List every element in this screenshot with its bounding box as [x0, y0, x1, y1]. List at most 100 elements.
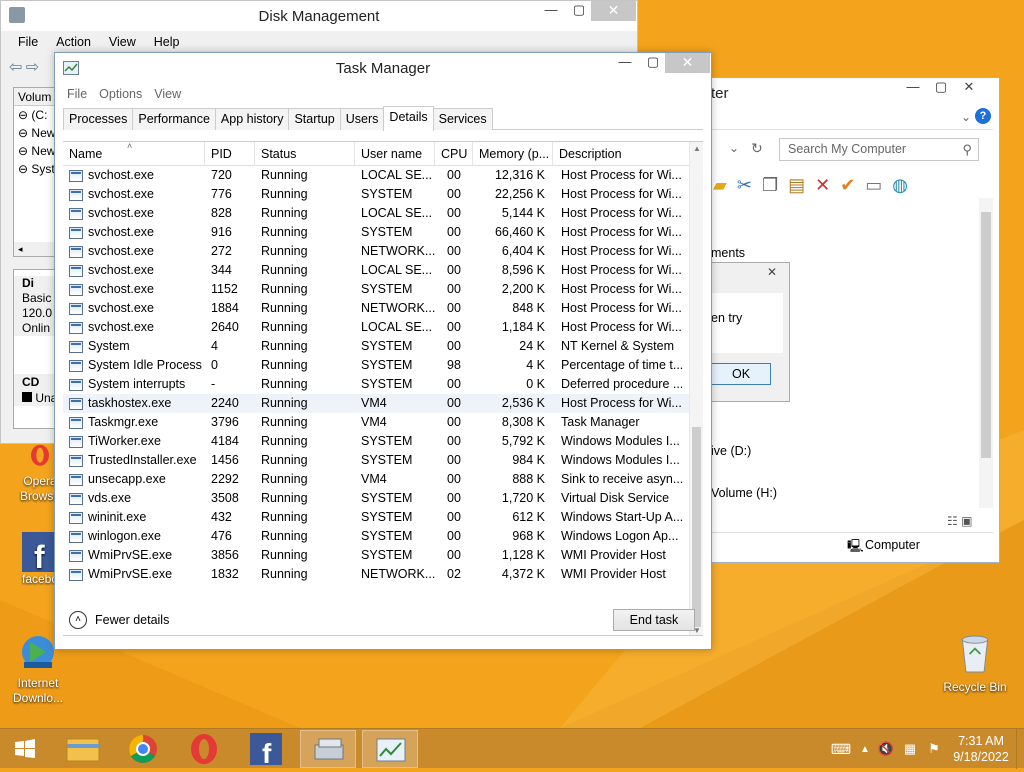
- history-dropdown[interactable]: ⌄ ↻: [711, 138, 771, 161]
- menu-file[interactable]: File: [9, 33, 47, 53]
- column-header-user[interactable]: User name: [355, 142, 435, 166]
- clock[interactable]: 7:31 AM 9/18/2022: [946, 733, 1016, 765]
- table-row[interactable]: WmiPrvSE.exe 3856 Running SYSTEM 00 1,128 K WM…: [63, 546, 689, 565]
- refresh-icon[interactable]: ↻: [751, 140, 763, 157]
- scroll-up-icon[interactable]: ▲: [690, 144, 703, 153]
- speaker-muted-icon[interactable]: 🔇: [874, 741, 898, 757]
- start-button[interactable]: [2, 730, 48, 768]
- menu-help[interactable]: Help: [145, 33, 189, 53]
- table-row[interactable]: taskhostex.exe 2240 Running VM4 00 2,536 K Hos…: [63, 394, 689, 413]
- taskbar-facebook[interactable]: f: [238, 730, 294, 769]
- taskbar-disk-management[interactable]: [300, 730, 356, 768]
- taskbar-task-manager[interactable]: [362, 730, 418, 768]
- view-toggle-icon[interactable]: ☷ ▣: [947, 514, 972, 528]
- volume-h-label[interactable]: Volume (H:): [711, 486, 777, 500]
- scissors-icon[interactable]: ✂: [737, 175, 752, 196]
- close-button[interactable]: ✕: [591, 1, 636, 21]
- table-row[interactable]: svchost.exe 2640 Running LOCAL SE... 00 1,184…: [63, 318, 689, 337]
- task-manager-titlebar[interactable]: Task Manager — ▢ ✕: [55, 53, 711, 83]
- table-row[interactable]: Taskmgr.exe 3796 Running VM4 00 8,308 K Task M…: [63, 413, 689, 432]
- column-header-cpu[interactable]: CPU: [435, 142, 473, 166]
- table-row[interactable]: svchost.exe 1152 Running SYSTEM 00 2,200 K Hos…: [63, 280, 689, 299]
- help-icon[interactable]: ?: [975, 108, 991, 124]
- close-button[interactable]: ✕: [955, 78, 983, 98]
- keyboard-icon[interactable]: ⌨: [826, 741, 856, 758]
- tab-performance[interactable]: Performance: [132, 108, 216, 130]
- tab-users[interactable]: Users: [339, 108, 385, 130]
- menu-view[interactable]: View: [148, 85, 187, 103]
- vertical-scrollbar[interactable]: ▲ ▼: [689, 142, 703, 635]
- menu-options[interactable]: Options: [93, 85, 148, 103]
- copy-icon[interactable]: ❐: [762, 175, 778, 196]
- taskbar-file-explorer[interactable]: [55, 730, 111, 768]
- table-row[interactable]: TiWorker.exe 4184 Running SYSTEM 00 5,792 K Wi…: [63, 432, 689, 451]
- menu-file[interactable]: File: [61, 85, 93, 103]
- minimize-button[interactable]: —: [537, 1, 565, 21]
- table-row[interactable]: svchost.exe 720 Running LOCAL SE... 00 12,316…: [63, 166, 689, 185]
- scrollbar-thumb[interactable]: [981, 212, 991, 458]
- folder-icon[interactable]: ▰: [713, 175, 727, 196]
- table-row[interactable]: svchost.exe 1884 Running NETWORK... 00 848 K H…: [63, 299, 689, 318]
- disk-management-titlebar[interactable]: Disk Management — ▢ ✕: [1, 1, 637, 31]
- table-row[interactable]: winlogon.exe 476 Running SYSTEM 00 968 K Windo…: [63, 527, 689, 546]
- show-desktop-button[interactable]: [1016, 729, 1024, 769]
- paste-icon[interactable]: ▤: [788, 175, 805, 196]
- end-task-button[interactable]: End task: [613, 609, 695, 631]
- table-row[interactable]: System 4 Running SYSTEM 00 24 K NT Kernel & Sy…: [63, 337, 689, 356]
- scrollbar-thumb[interactable]: [692, 427, 701, 627]
- desktop-icon-recycle-bin[interactable]: Recycle Bin: [940, 632, 1010, 694]
- table-row[interactable]: svchost.exe 828 Running LOCAL SE... 00 5,144 …: [63, 204, 689, 223]
- maximize-button[interactable]: ▢: [565, 1, 593, 21]
- delete-icon[interactable]: ✕: [815, 175, 830, 196]
- drive-d-label[interactable]: ive (D:): [711, 444, 751, 458]
- network-icon[interactable]: ◍: [892, 175, 908, 196]
- ok-button[interactable]: OK: [711, 363, 771, 385]
- tab-services[interactable]: Services: [432, 108, 493, 130]
- table-row[interactable]: svchost.exe 272 Running NETWORK... 00 6,404 K…: [63, 242, 689, 261]
- maximize-button[interactable]: ▢: [927, 78, 955, 98]
- menu-action[interactable]: Action: [47, 33, 100, 53]
- tab-processes[interactable]: Processes: [63, 108, 134, 130]
- table-row[interactable]: WmiPrvSE.exe 1832 Running NETWORK... 02 4,372…: [63, 565, 689, 584]
- table-row[interactable]: TrustedInstaller.exe 1456 Running SYSTEM 00 9…: [63, 451, 689, 470]
- menu-view[interactable]: View: [100, 33, 145, 53]
- close-icon[interactable]: ✕: [759, 265, 785, 283]
- details-table[interactable]: Name ˄ PID Status User name CPU Memory (…: [63, 141, 703, 636]
- scrollbar[interactable]: [979, 198, 993, 508]
- taskbar-opera[interactable]: [176, 730, 232, 768]
- properties-icon[interactable]: ▭: [865, 175, 882, 196]
- network-icon[interactable]: ▦: [898, 741, 922, 757]
- back-icon[interactable]: ⇦: [9, 59, 22, 76]
- maximize-button[interactable]: ▢: [639, 53, 667, 73]
- taskbar-chrome[interactable]: [115, 730, 171, 768]
- column-header-description[interactable]: Description: [553, 142, 689, 166]
- task-manager-window[interactable]: Task Manager — ▢ ✕ File Options View Pro…: [54, 52, 712, 650]
- chevron-up-icon[interactable]: ▲: [856, 744, 874, 755]
- close-button[interactable]: ✕: [665, 53, 710, 73]
- table-row[interactable]: unsecapp.exe 2292 Running VM4 00 888 K Sink to…: [63, 470, 689, 489]
- table-row[interactable]: wininit.exe 432 Running SYSTEM 00 612 K Window…: [63, 508, 689, 527]
- tab-details[interactable]: Details: [383, 106, 434, 131]
- column-header-name[interactable]: Name ˄: [63, 142, 205, 166]
- checkmark-icon[interactable]: ✔: [840, 175, 855, 196]
- table-row[interactable]: vds.exe 3508 Running SYSTEM 00 1,720 K Virtual…: [63, 489, 689, 508]
- minimize-button[interactable]: —: [611, 53, 639, 73]
- address-bar[interactable]: ⌄ ?: [711, 108, 993, 130]
- table-row[interactable]: svchost.exe 916 Running SYSTEM 00 66,460 K Hos…: [63, 223, 689, 242]
- chevron-down-icon[interactable]: ⌄: [961, 110, 971, 124]
- action-center-icon[interactable]: ⚑: [922, 741, 946, 757]
- minimize-button[interactable]: —: [899, 78, 927, 98]
- table-row[interactable]: System Idle Process 0 Running SYSTEM 98 4 K Pe…: [63, 356, 689, 375]
- column-header-pid[interactable]: PID: [205, 142, 255, 166]
- tab-app-history[interactable]: App history: [214, 108, 290, 130]
- forward-icon[interactable]: ⇨: [26, 59, 39, 76]
- table-row[interactable]: svchost.exe 776 Running SYSTEM 00 22,256 K Hos…: [63, 185, 689, 204]
- search-icon[interactable]: ⚲: [962, 139, 972, 160]
- column-header-memory[interactable]: Memory (p...: [473, 142, 553, 166]
- tab-startup[interactable]: Startup: [288, 108, 341, 130]
- search-input[interactable]: Search My Computer ⚲: [779, 138, 979, 161]
- fewer-details-toggle[interactable]: ˄ Fewer details: [69, 611, 169, 629]
- column-header-status[interactable]: Status: [255, 142, 355, 166]
- message-dialog[interactable]: ✕ en try OK: [710, 262, 790, 402]
- table-row[interactable]: svchost.exe 344 Running LOCAL SE... 00 8,596 …: [63, 261, 689, 280]
